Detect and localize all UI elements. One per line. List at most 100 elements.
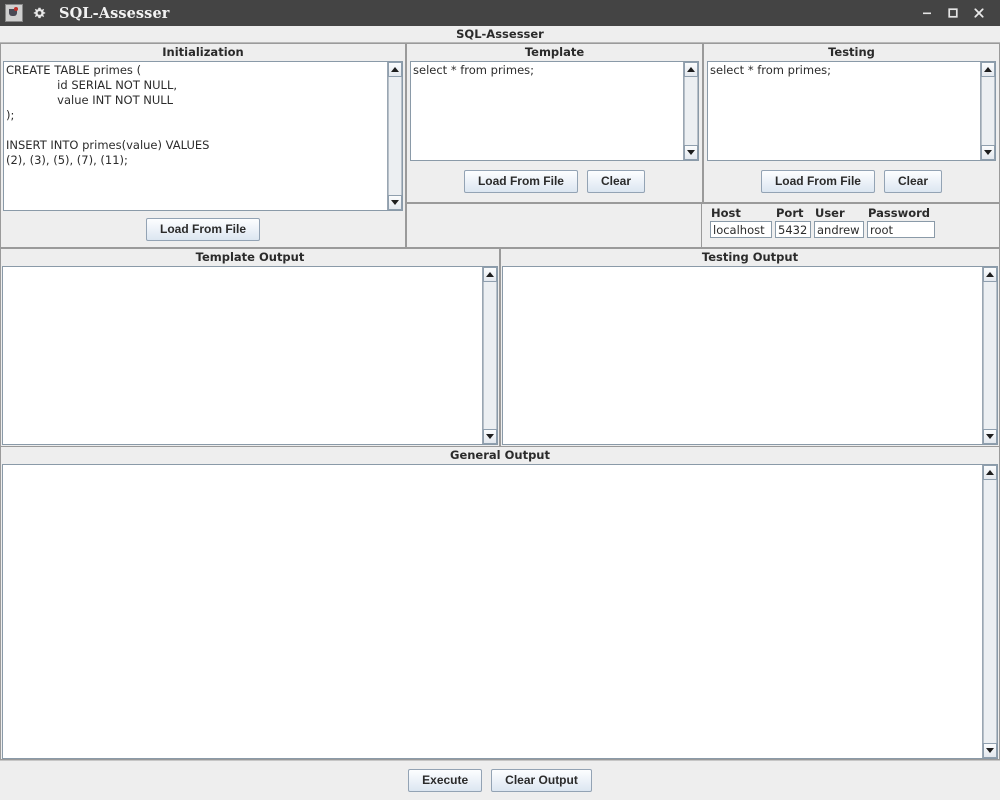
port-label: Port (776, 206, 804, 220)
initialization-vscrollbar[interactable] (387, 62, 402, 210)
testing-clear-button[interactable]: Clear (883, 170, 943, 193)
triangle-up-icon (391, 67, 399, 72)
clear-output-button[interactable]: Clear Output (491, 769, 592, 792)
testing-panel: Testing select * from primes; Load From … (703, 43, 1000, 203)
template-vscrollbar[interactable] (683, 62, 698, 160)
testing-scrollpane: select * from primes; (707, 61, 996, 161)
scroll-up-button[interactable] (483, 267, 497, 282)
execute-button[interactable]: Execute (408, 769, 483, 792)
template-output-textarea[interactable] (3, 267, 482, 444)
application-window: SQL-Assesser SQL-Assesser Initialization (0, 0, 1000, 800)
scroll-down-button[interactable] (983, 743, 997, 758)
scroll-track[interactable] (483, 282, 497, 429)
scroll-track[interactable] (388, 77, 402, 195)
gear-icon[interactable] (32, 6, 46, 20)
template-scrollpane: select * from primes; (410, 61, 699, 161)
host-label: Host (711, 206, 741, 220)
testing-output-panel: Testing Output (500, 248, 1000, 447)
initialization-button-bar: Load From File (1, 211, 405, 247)
triangle-down-icon (687, 150, 695, 155)
triangle-up-icon (986, 470, 994, 475)
password-label: Password (868, 206, 930, 220)
scroll-up-button[interactable] (981, 62, 995, 77)
testing-vscrollbar[interactable] (980, 62, 995, 160)
output-region: Template Output Testing Output (0, 248, 1000, 447)
triangle-up-icon (687, 67, 695, 72)
scroll-track[interactable] (983, 282, 997, 429)
user-label: User (815, 206, 845, 220)
password-input[interactable] (867, 221, 935, 238)
host-input[interactable] (710, 221, 772, 238)
testing-button-bar: Load From File Clear (704, 161, 999, 202)
scroll-track[interactable] (983, 480, 997, 743)
scroll-up-button[interactable] (983, 267, 997, 282)
password-field-group: Password (867, 206, 935, 238)
general-output-panel: General Output (0, 447, 1000, 760)
java-app-icon (5, 4, 23, 22)
app-header-title-row: SQL-Assesser (0, 26, 1000, 43)
connection-fields: Host Port User Password (702, 206, 935, 238)
general-output-scrollpane (2, 464, 998, 759)
host-field-group: Host (710, 206, 772, 238)
scroll-up-button[interactable] (983, 465, 997, 480)
user-field-group: User (814, 206, 864, 238)
template-load-from-file-button[interactable]: Load From File (463, 170, 578, 193)
window-titlebar: SQL-Assesser (0, 0, 1000, 26)
testing-output-scrollpane (502, 266, 998, 445)
triangle-up-icon (486, 272, 494, 277)
port-field-group: Port (775, 206, 811, 238)
close-button[interactable] (966, 0, 992, 26)
initialization-scrollpane: CREATE TABLE primes ( id SERIAL NOT NULL… (3, 61, 403, 211)
template-panel: Template select * from primes; Load From… (406, 43, 703, 203)
connection-left-filler (406, 203, 702, 248)
scroll-up-button[interactable] (388, 62, 402, 77)
testing-title: Testing (704, 44, 999, 61)
triangle-up-icon (984, 67, 992, 72)
triangle-up-icon (986, 272, 994, 277)
scroll-down-button[interactable] (684, 145, 698, 160)
scroll-up-button[interactable] (684, 62, 698, 77)
template-output-scrollpane (2, 266, 498, 445)
testing-textarea[interactable]: select * from primes; (708, 62, 980, 160)
scroll-down-button[interactable] (483, 429, 497, 444)
triangle-down-icon (984, 150, 992, 155)
general-output-title: General Output (1, 447, 999, 464)
port-input[interactable] (775, 221, 811, 238)
template-button-bar: Load From File Clear (407, 161, 702, 202)
template-output-panel: Template Output (0, 248, 500, 447)
triangle-down-icon (391, 200, 399, 205)
template-title: Template (407, 44, 702, 61)
template-textarea[interactable]: select * from primes; (411, 62, 683, 160)
scroll-track[interactable] (684, 77, 698, 145)
user-input[interactable] (814, 221, 864, 238)
general-output-textarea[interactable] (3, 465, 982, 758)
triangle-down-icon (986, 434, 994, 439)
scroll-down-button[interactable] (388, 195, 402, 210)
template-clear-button[interactable]: Clear (586, 170, 646, 193)
testing-output-textarea[interactable] (503, 267, 982, 444)
maximize-button[interactable] (940, 0, 966, 26)
template-output-vscrollbar[interactable] (482, 267, 497, 444)
testing-output-title: Testing Output (501, 249, 999, 266)
initialization-panel: Initialization CREATE TABLE primes ( id … (0, 43, 406, 248)
scroll-track[interactable] (981, 77, 995, 145)
initialization-textarea[interactable]: CREATE TABLE primes ( id SERIAL NOT NULL… (4, 62, 387, 210)
triangle-down-icon (986, 748, 994, 753)
connection-row: Host Port User Password (406, 203, 1000, 248)
initialization-load-from-file-button[interactable]: Load From File (145, 217, 260, 241)
testing-load-from-file-button[interactable]: Load From File (760, 170, 875, 193)
right-top-region: Template select * from primes; Load From… (406, 43, 1000, 248)
general-output-vscrollbar[interactable] (982, 465, 997, 758)
testing-output-vscrollbar[interactable] (982, 267, 997, 444)
scroll-down-button[interactable] (983, 429, 997, 444)
connection-panel: Host Port User Password (702, 203, 1000, 248)
scroll-down-button[interactable] (981, 145, 995, 160)
app-header-title: SQL-Assesser (456, 27, 544, 41)
initialization-title: Initialization (1, 44, 405, 61)
template-testing-row: Template select * from primes; Load From… (406, 43, 1000, 203)
action-bar: Execute Clear Output (0, 760, 1000, 800)
minimize-button[interactable] (914, 0, 940, 26)
template-output-title: Template Output (1, 249, 499, 266)
window-title: SQL-Assesser (59, 4, 170, 22)
triangle-down-icon (486, 434, 494, 439)
